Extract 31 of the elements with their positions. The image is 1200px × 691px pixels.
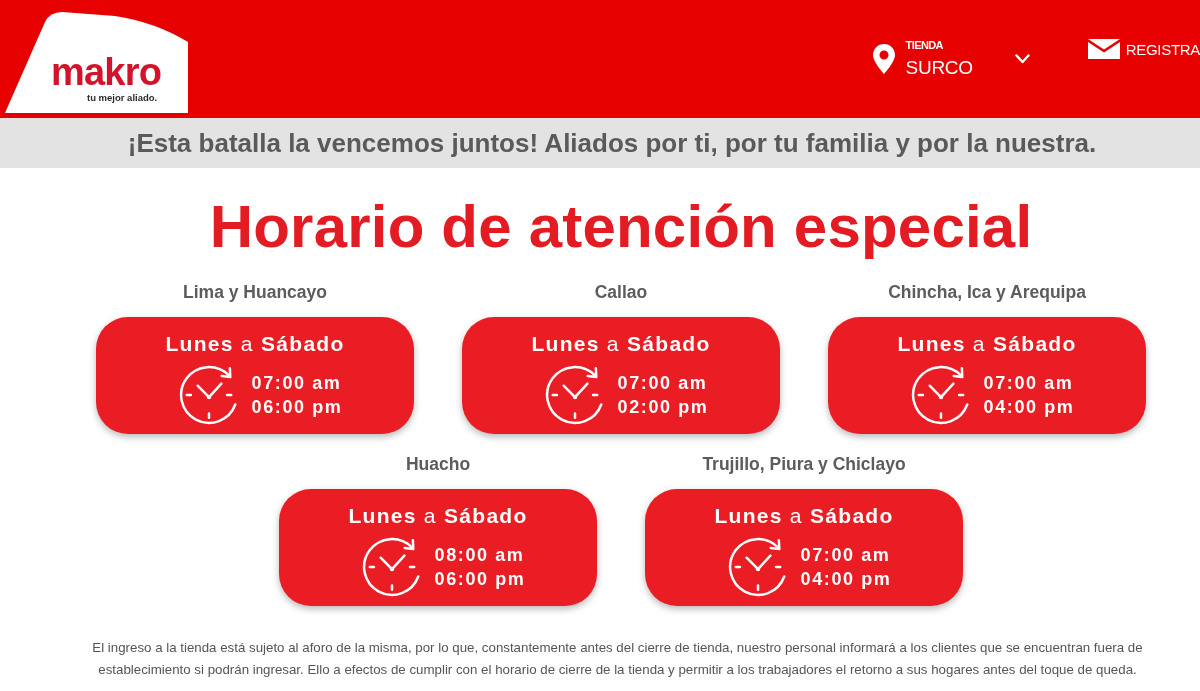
closing-time: 06:00 pm bbox=[434, 568, 526, 591]
days-label: Lunes a Sábado bbox=[897, 331, 1077, 357]
location-pin-icon bbox=[872, 44, 895, 74]
closing-time: 06:00 pm bbox=[251, 396, 343, 419]
closing-time: 04:00 pm bbox=[800, 568, 892, 591]
days-label: Lunes a Sábado bbox=[165, 331, 345, 357]
days-label: Lunes a Sábado bbox=[714, 503, 894, 529]
register-link[interactable]: REGISTRA bbox=[1087, 39, 1200, 59]
closing-time: 02:00 pm bbox=[617, 396, 709, 419]
days-label: Lunes a Sábado bbox=[348, 503, 528, 529]
opening-time: 08:00 am bbox=[434, 544, 526, 567]
opening-time: 07:00 am bbox=[617, 372, 709, 395]
chevron-down-icon bbox=[1014, 54, 1030, 64]
location-name: Chincha, Ica y Arequipa bbox=[888, 282, 1086, 302]
opening-time: 07:00 am bbox=[800, 544, 892, 567]
location-name: Trujillo, Piura y Chiclayo bbox=[702, 454, 906, 474]
logo-wordmark: makro bbox=[51, 52, 162, 92]
logo-tagline: tu mejor aliado. bbox=[87, 92, 158, 103]
page-title: Horario de atención especial bbox=[208, 194, 1034, 260]
footer-note: El ingreso a la tienda está sujeto al aforo de la misma, por lo que, constantemente antes del cierre de tienda, nuestro personal informará a los clientes que se encuentran fuera de establecimiento si podrán ingresar. Ello a efectos de cumplir con el horario de cierre de la tienda y permitir a los trabajadores el retorno a sus hogares antes del toque de queda. bbox=[91, 639, 1144, 679]
announcement-banner: ¡Esta batalla la vencemos juntos! Aliados por ti, por tu familia y por la nuestra. bbox=[0, 118, 1200, 168]
envelope-icon bbox=[1087, 39, 1120, 59]
opening-time: 07:00 am bbox=[983, 372, 1075, 395]
location-name: Huacho bbox=[405, 454, 471, 474]
days-label: Lunes a Sábado bbox=[531, 331, 711, 357]
closing-time: 04:00 pm bbox=[983, 396, 1075, 419]
location-name: Lima y Huancayo bbox=[183, 282, 327, 302]
opening-time: 07:00 am bbox=[251, 372, 343, 395]
store-selector[interactable]: TIENDA SURCO bbox=[872, 38, 1030, 80]
location-name: Callao bbox=[594, 282, 648, 302]
logo[interactable]: makro tu mejor aliado. bbox=[5, 10, 188, 113]
